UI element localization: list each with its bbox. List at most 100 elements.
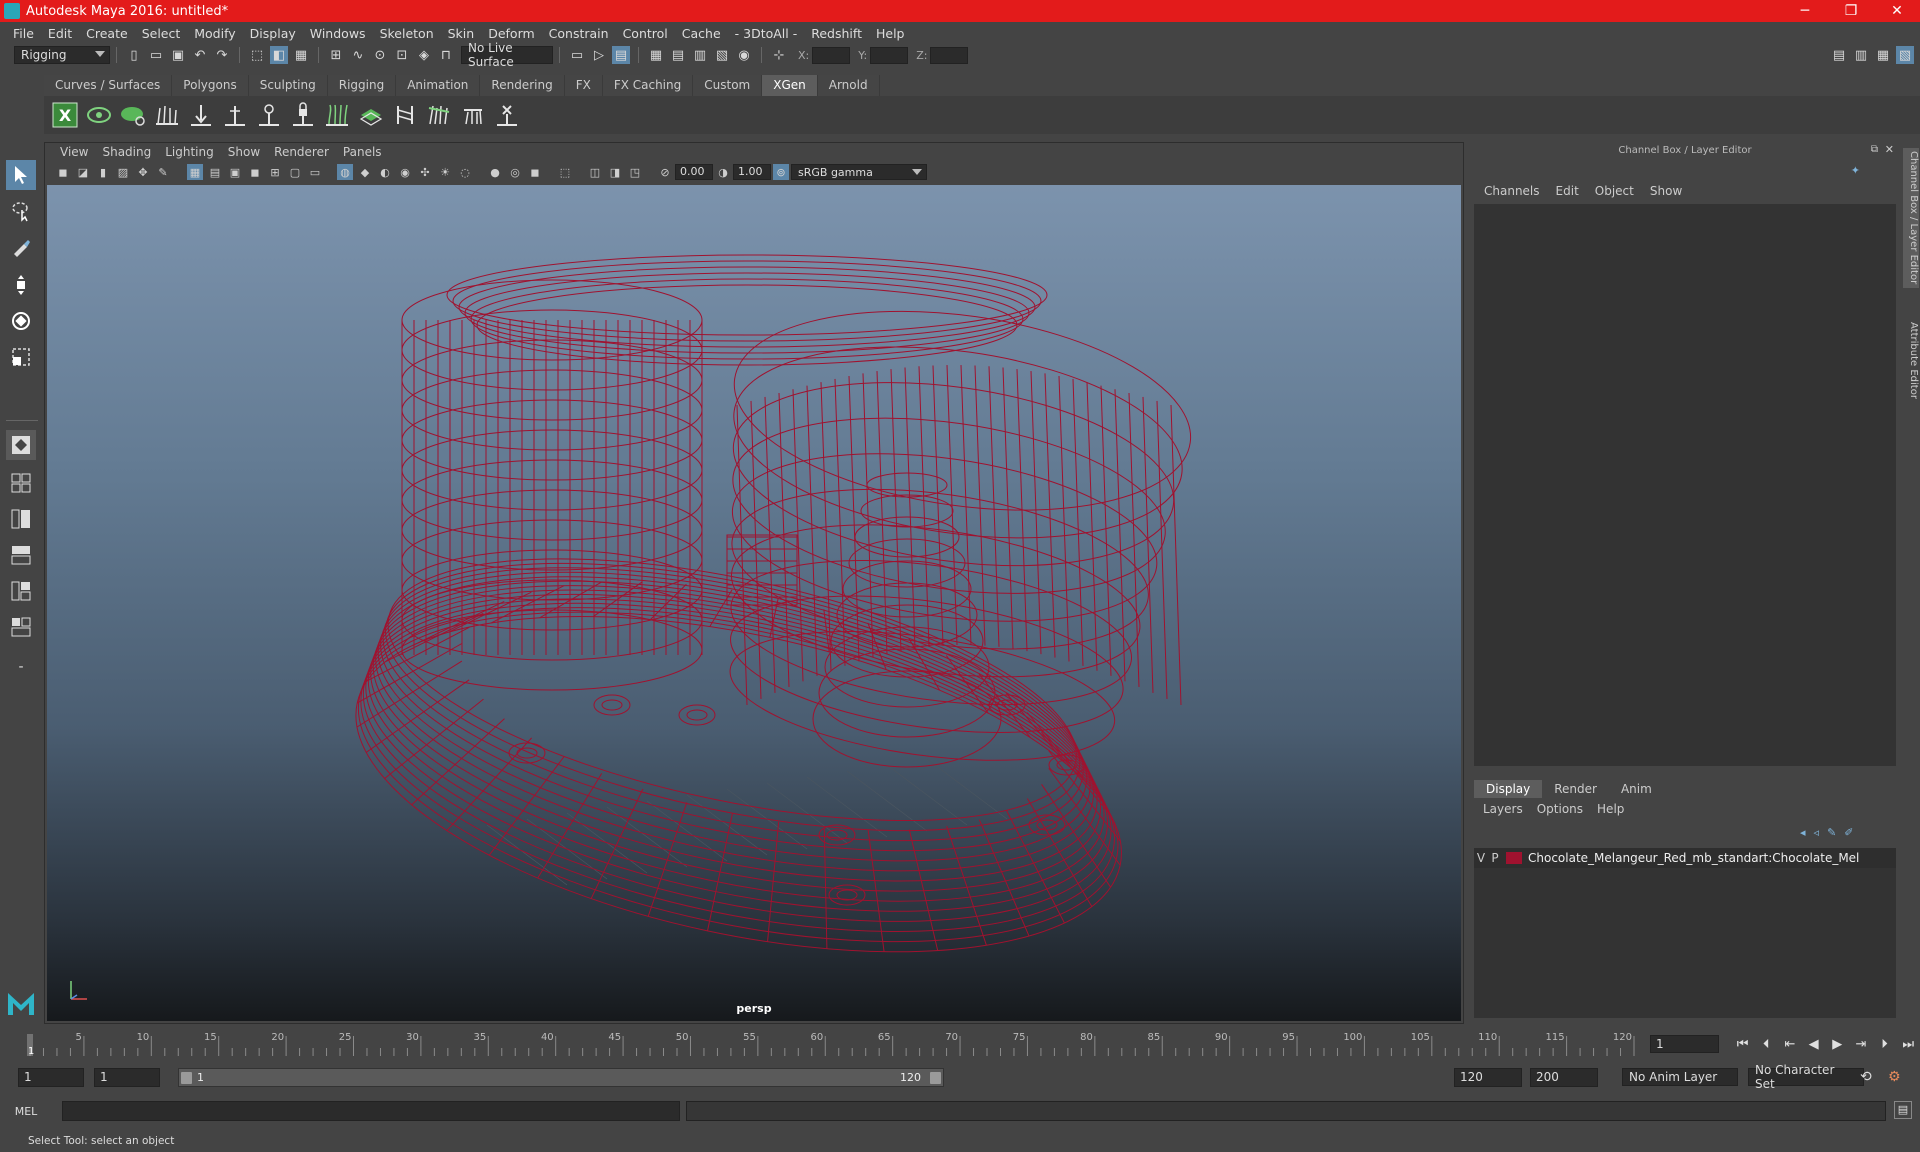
shelf-tab-rendering[interactable]: Rendering — [480, 75, 565, 96]
playback-end-field[interactable]: 120 — [1454, 1068, 1522, 1087]
anim-layer-dropdown[interactable]: No Anim Layer — [1622, 1068, 1738, 1086]
film-gate-icon[interactable]: ▤ — [207, 164, 223, 180]
snap-view-icon[interactable]: ⊡ — [393, 46, 411, 64]
select-component-icon[interactable]: ▦ — [292, 46, 310, 64]
gamma-field[interactable]: 1.00 — [733, 164, 771, 180]
shelf-tab-polygons[interactable]: Polygons — [172, 75, 249, 96]
resolution-gate-icon[interactable]: ▣ — [227, 164, 243, 180]
xgen-delete-guide-icon[interactable] — [492, 100, 522, 130]
xgen-clear-preview-icon[interactable] — [118, 100, 148, 130]
bookmark-icon[interactable]: ▮ — [95, 164, 111, 180]
side-tab-attribute-editor[interactable]: Attribute Editor — [1903, 310, 1919, 410]
layer-color-swatch[interactable] — [1506, 852, 1522, 864]
menu-windows[interactable]: Windows — [303, 26, 373, 41]
grease-pencil-icon[interactable]: ✎ — [155, 164, 171, 180]
go-to-start-icon[interactable]: ⏮ — [1733, 1035, 1753, 1053]
wireframe-on-shaded-icon[interactable]: ◐ — [377, 164, 393, 180]
select-object-icon[interactable]: ◧ — [270, 46, 288, 64]
xgen-comb-icon[interactable] — [424, 100, 454, 130]
hypershade-layout-icon[interactable] — [6, 576, 36, 606]
layer-tab-display[interactable]: Display — [1474, 780, 1543, 798]
le-menu-options[interactable]: Options — [1530, 802, 1590, 816]
script-language-label[interactable]: MEL — [0, 1105, 52, 1118]
toggle-tool-settings-icon[interactable]: ▦ — [1874, 46, 1892, 64]
script-editor-icon[interactable]: ▤ — [1894, 1101, 1912, 1119]
minimize-icon[interactable]: ─ — [1782, 0, 1828, 22]
xgen-editor-icon[interactable]: X — [50, 100, 80, 130]
xgen-add-guide-icon[interactable] — [220, 100, 250, 130]
current-frame-field[interactable]: 1 — [1650, 1035, 1719, 1053]
step-forward-frame-icon[interactable]: ⏵ — [1875, 1035, 1895, 1053]
menu-3dtoall[interactable]: - 3DtoAll - — [728, 26, 805, 41]
step-back-frame-icon[interactable]: ⏴ — [1756, 1035, 1776, 1053]
layer-row[interactable]: V P Chocolate_Melangeur_Red_mb_standart:… — [1474, 848, 1896, 868]
screen-space-ao-icon[interactable]: ◌ — [457, 164, 473, 180]
panel-menu-view[interactable]: View — [53, 145, 95, 159]
playback-start-field[interactable]: 1 — [94, 1068, 160, 1087]
render-settings-icon[interactable]: ▧ — [713, 46, 731, 64]
gamma-icon[interactable]: ◑ — [715, 164, 731, 180]
panel-menu-lighting[interactable]: Lighting — [158, 145, 221, 159]
new-scene-icon[interactable]: ▯ — [125, 46, 143, 64]
select-hierarchy-icon[interactable]: ⬚ — [248, 46, 266, 64]
menu-deform[interactable]: Deform — [481, 26, 541, 41]
auto-key-icon[interactable]: ⟲ — [1860, 1069, 1872, 1085]
shelf-tab-arnold[interactable]: Arnold — [817, 75, 880, 96]
play-forwards-icon[interactable]: ▶ — [1827, 1035, 1847, 1053]
ipr-render-icon[interactable]: ▥ — [691, 46, 709, 64]
snap-point-icon[interactable]: ⊙ — [371, 46, 389, 64]
isolate-select-icon[interactable]: ⬚ — [557, 164, 573, 180]
le-menu-help[interactable]: Help — [1590, 802, 1631, 816]
menu-set-dropdown[interactable]: Rigging — [14, 46, 110, 64]
time-ruler[interactable]: 5 10 15 20 25 30 35 40 45 50 55 60 65 70 75 80 85 90 95 100… — [24, 1030, 1638, 1058]
toggle-attribute-editor-icon[interactable]: ▥ — [1852, 46, 1870, 64]
layer-visibility-toggle[interactable]: V — [1474, 851, 1488, 865]
xgen-place-guides-icon[interactable] — [186, 100, 216, 130]
cb-menu-show[interactable]: Show — [1642, 184, 1690, 198]
shelf-tab-fx[interactable]: FX — [564, 75, 603, 96]
xgen-interactive-groom-icon[interactable] — [390, 100, 420, 130]
save-scene-icon[interactable]: ▣ — [169, 46, 187, 64]
camera-attributes-icon[interactable]: ◪ — [75, 164, 91, 180]
xgen-cut-icon[interactable] — [458, 100, 488, 130]
shelf-tab-xgen[interactable]: XGen — [762, 75, 818, 96]
live-surface-field[interactable]: No Live Surface — [461, 41, 553, 69]
close-icon[interactable]: ✕ — [1874, 0, 1920, 22]
range-start-handle[interactable] — [181, 1072, 192, 1084]
field-chart-icon[interactable]: ⊞ — [267, 164, 283, 180]
hypershade-icon[interactable]: ◉ — [735, 46, 753, 64]
cb-menu-channels[interactable]: Channels — [1476, 184, 1548, 198]
snap-magnet-icon[interactable]: ⊓ — [437, 46, 455, 64]
xgen-sculpt-guide-icon[interactable] — [254, 100, 284, 130]
time-slider[interactable]: 5 10 15 20 25 30 35 40 45 50 55 60 65 70 75 80 85 90 95 100… — [24, 1030, 1638, 1058]
panel-menu-panels[interactable]: Panels — [336, 145, 389, 159]
safe-title-icon[interactable]: ▭ — [307, 164, 323, 180]
construction-history-icon[interactable]: ▤ — [612, 46, 630, 64]
graph-layout-icon[interactable] — [6, 540, 36, 570]
wireframe-icon[interactable]: ◍ — [337, 164, 353, 180]
select-tool-icon[interactable] — [6, 160, 36, 190]
character-set-dropdown[interactable]: No Character Set — [1748, 1063, 1864, 1091]
lasso-tool-icon[interactable] — [6, 196, 36, 226]
menu-control[interactable]: Control — [616, 26, 675, 41]
float-panel-icon[interactable]: ⧉ — [1871, 144, 1878, 155]
le-menu-layers[interactable]: Layers — [1476, 802, 1530, 816]
channel-box-sync-icon[interactable]: ✦ — [1851, 164, 1860, 177]
shelf-tab-curves-surfaces[interactable]: Curves / Surfaces — [44, 75, 173, 96]
menu-constrain[interactable]: Constrain — [542, 26, 616, 41]
shelf-tab-rigging[interactable]: Rigging — [327, 75, 397, 96]
move-layer-up-icon[interactable]: ◂ — [1800, 826, 1806, 839]
render-layout-icon[interactable] — [6, 612, 36, 642]
chocolate-melangeur-wireframe[interactable] — [47, 185, 1461, 1021]
layer-playback-toggle[interactable]: P — [1488, 851, 1502, 865]
xray-icon[interactable]: ◫ — [587, 164, 603, 180]
shelf-tab-fx-caching[interactable]: FX Caching — [602, 75, 694, 96]
cb-menu-edit[interactable]: Edit — [1548, 184, 1587, 198]
xray-joints-icon[interactable]: ◨ — [607, 164, 623, 180]
menu-file[interactable]: File — [6, 26, 41, 41]
channel-list[interactable] — [1474, 204, 1896, 766]
new-empty-layer-icon[interactable]: ✎ — [1827, 826, 1836, 839]
snap-surface-icon[interactable]: ◈ — [415, 46, 433, 64]
toggle-modeling-toolkit-icon[interactable]: ▤ — [1830, 46, 1848, 64]
restore-icon[interactable]: ❐ — [1828, 0, 1874, 22]
